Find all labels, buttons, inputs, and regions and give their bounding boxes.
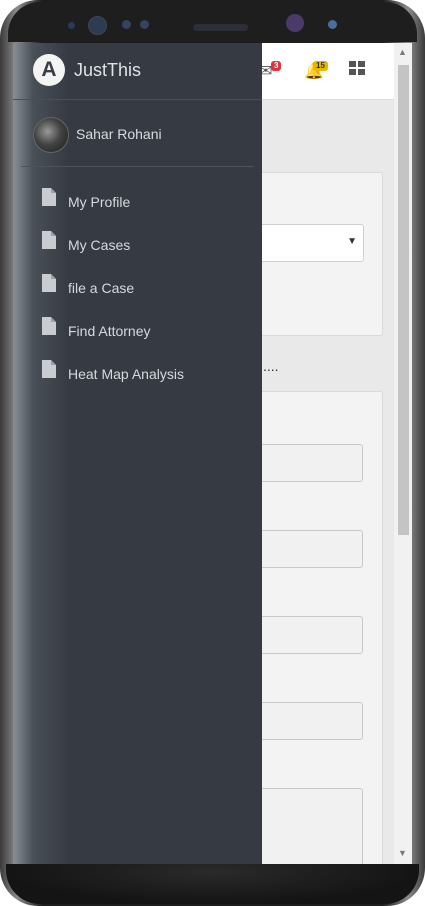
- phone-top-bezel: [8, 2, 417, 42]
- drawer-header: A JustThis: [13, 43, 262, 100]
- front-sensor: [140, 20, 149, 29]
- front-camera-icon: [286, 14, 304, 32]
- menu-item-label: Find Attorney: [68, 323, 151, 339]
- apps-grid-icon[interactable]: [349, 61, 366, 81]
- front-camera-icon: [88, 16, 107, 35]
- front-sensor: [68, 22, 75, 29]
- menu-item-heat-map-analysis[interactable]: Heat Map Analysis: [13, 353, 262, 396]
- messages-badge: 3: [271, 61, 282, 71]
- file-icon: [42, 188, 56, 206]
- phone-frame: ✉ 3 🔔 15 ▼ .... ▲ ▼ A JustThis Sahar Roh…: [0, 0, 425, 906]
- front-sensor: [328, 20, 337, 29]
- app-name[interactable]: JustThis: [74, 60, 141, 81]
- app-logo-icon[interactable]: A: [33, 54, 65, 86]
- menu-item-my-cases[interactable]: My Cases: [13, 224, 262, 267]
- notifications-badge: 15: [313, 61, 328, 71]
- scroll-up-icon[interactable]: ▲: [398, 47, 407, 57]
- scroll-down-icon[interactable]: ▼: [398, 848, 407, 858]
- chevron-down-icon: ▼: [347, 236, 357, 247]
- device-screen: ✉ 3 🔔 15 ▼ .... ▲ ▼ A JustThis Sahar Roh…: [13, 43, 412, 865]
- filter-select[interactable]: ▼: [244, 224, 364, 262]
- file-icon: [42, 317, 56, 335]
- navigation-drawer: A JustThis Sahar Rohani My Profile My Ca…: [13, 43, 262, 865]
- front-sensor: [122, 20, 131, 29]
- section-ellipsis: ....: [263, 358, 279, 374]
- file-icon: [42, 274, 56, 292]
- menu-item-label: My Cases: [68, 237, 131, 253]
- user-name[interactable]: Sahar Rohani: [76, 126, 162, 142]
- avatar[interactable]: [33, 117, 69, 153]
- menu-item-find-attorney[interactable]: Find Attorney: [13, 310, 262, 353]
- drawer-menu: My Profile My Cases file a Case Find Att…: [13, 167, 262, 396]
- earpiece-speaker: [193, 24, 248, 31]
- scrollbar-thumb[interactable]: [398, 65, 409, 535]
- file-icon: [42, 231, 56, 249]
- page-scrollbar[interactable]: ▲ ▼: [394, 43, 412, 865]
- phone-bottom-bezel: [6, 864, 419, 904]
- file-icon: [42, 360, 56, 378]
- menu-item-label: My Profile: [68, 194, 131, 210]
- user-panel[interactable]: Sahar Rohani: [21, 100, 254, 167]
- menu-item-my-profile[interactable]: My Profile: [13, 181, 262, 224]
- menu-item-label: file a Case: [68, 280, 135, 296]
- menu-item-label: Heat Map Analysis: [68, 366, 184, 382]
- menu-item-file-a-case[interactable]: file a Case: [13, 267, 262, 310]
